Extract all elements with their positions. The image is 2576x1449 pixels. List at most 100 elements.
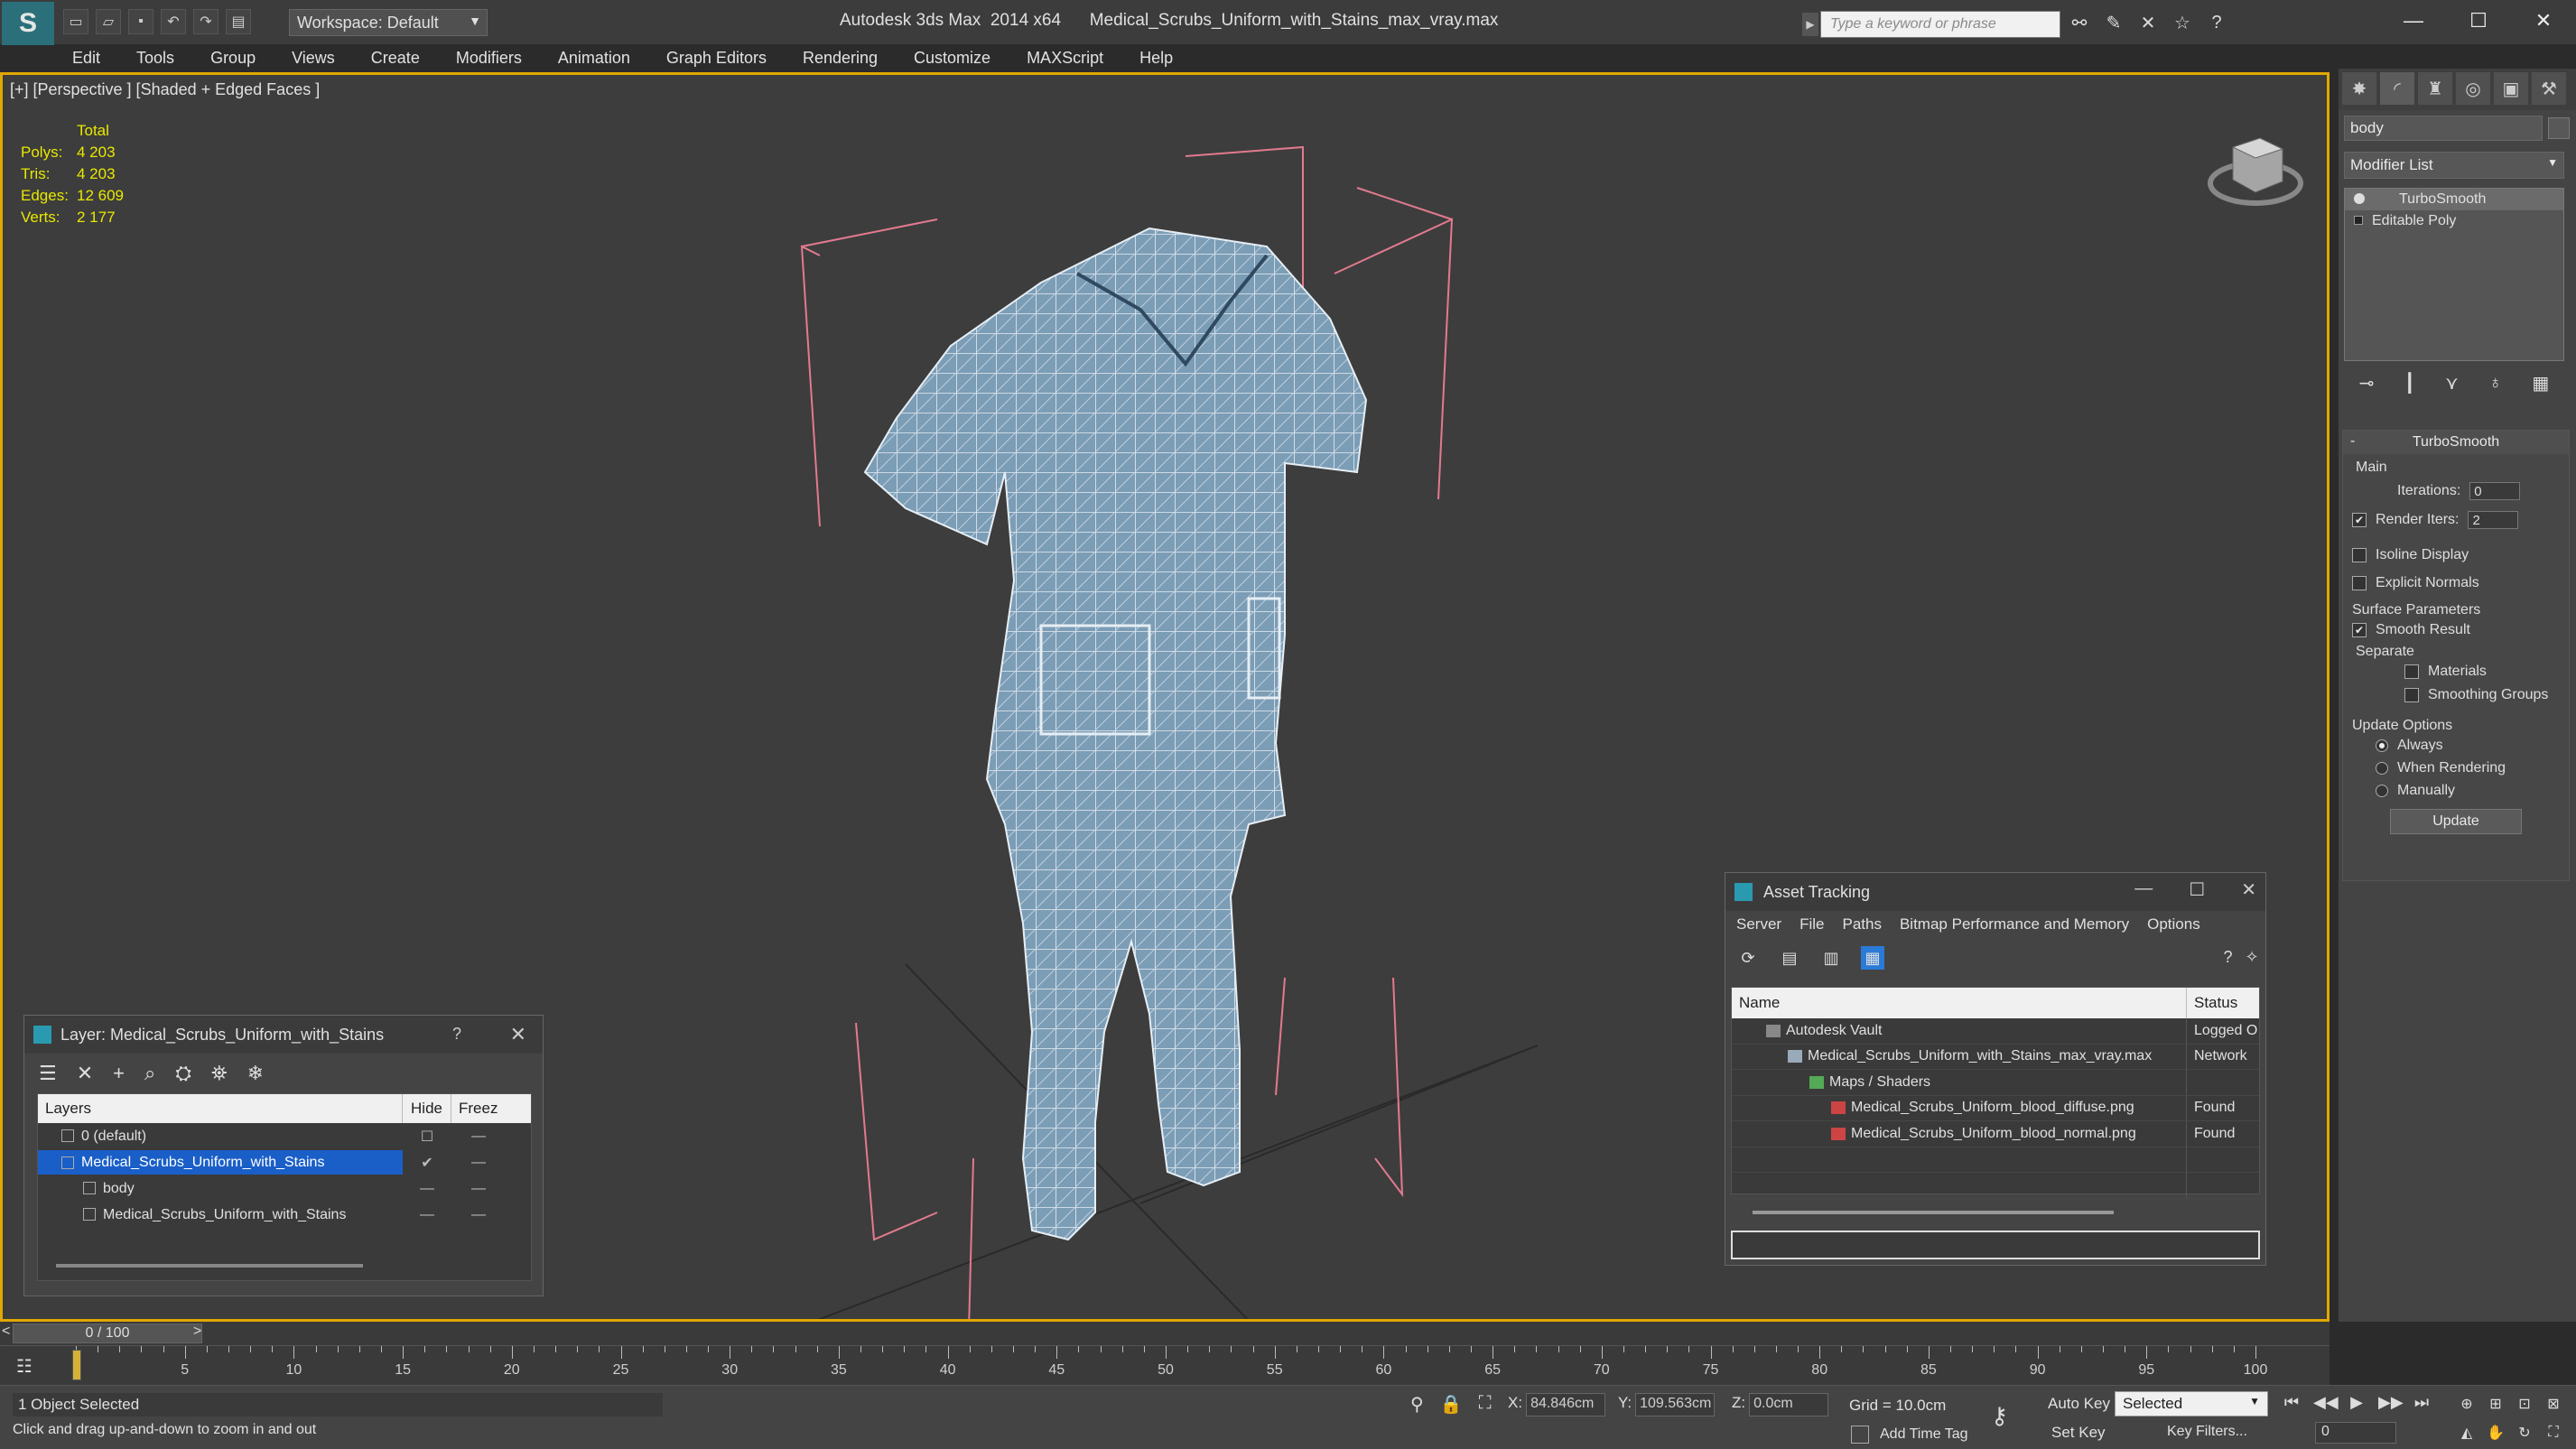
pan-icon[interactable]: ✋ bbox=[2485, 1422, 2506, 1444]
isoline-checkbox[interactable] bbox=[2352, 548, 2367, 562]
key-filters-button[interactable]: Key Filters... bbox=[2167, 1424, 2247, 1440]
set-key-button[interactable]: Set Key bbox=[2051, 1424, 2106, 1442]
lightbulb-icon[interactable] bbox=[2354, 193, 2365, 204]
hide-column-header[interactable]: Hide bbox=[403, 1094, 451, 1123]
hide-all-icon[interactable]: ⛯ bbox=[211, 1062, 228, 1085]
layers-column-header[interactable]: Layers bbox=[38, 1094, 403, 1123]
go-to-start-icon[interactable]: ⏮ bbox=[2281, 1393, 2302, 1412]
stack-item-turbosmooth[interactable]: TurboSmooth bbox=[2345, 189, 2563, 210]
menu-graph-editors[interactable]: Graph Editors bbox=[648, 45, 785, 72]
stack-item-editable-poly[interactable]: Editable Poly bbox=[2345, 210, 2563, 232]
menu-rendering[interactable]: Rendering bbox=[785, 45, 896, 72]
asset-menu-server[interactable]: Server bbox=[1736, 915, 1781, 933]
minimize-icon[interactable]: — bbox=[2134, 878, 2153, 901]
x-field[interactable]: 84.846cm bbox=[1526, 1393, 1606, 1416]
highlight-layer-icon[interactable]: ⛭ bbox=[175, 1062, 191, 1085]
asset-menu-file[interactable]: File bbox=[1799, 915, 1824, 933]
isolate-icon[interactable]: ⚲ bbox=[1410, 1393, 1424, 1416]
help-icon[interactable]: ? bbox=[2223, 945, 2232, 969]
asset-row[interactable]: Medical_Scrubs_Uniform_blood_normal.png … bbox=[1732, 1121, 2259, 1147]
layer-row[interactable]: body — — bbox=[38, 1175, 531, 1202]
search-input[interactable]: Type a keyword or phrase bbox=[1820, 11, 2060, 38]
materials-checkbox[interactable] bbox=[2404, 664, 2419, 679]
delete-layer-icon[interactable]: ✕ bbox=[77, 1062, 93, 1085]
zoom-extents-all-icon[interactable]: ⊠ bbox=[2543, 1393, 2564, 1415]
status-column-header[interactable]: Status bbox=[2187, 994, 2237, 1012]
hide-toggle[interactable]: — bbox=[451, 1155, 506, 1171]
next-frame-icon[interactable]: > bbox=[193, 1324, 201, 1340]
auto-key-button[interactable]: Auto Key bbox=[2048, 1395, 2110, 1413]
open-file-icon[interactable]: ▱ bbox=[96, 9, 121, 34]
playhead[interactable] bbox=[72, 1350, 81, 1380]
menu-edit[interactable]: Edit bbox=[54, 45, 118, 72]
freeze-toggle[interactable]: — bbox=[451, 1181, 506, 1197]
active-layer-checkbox[interactable]: ☐ bbox=[403, 1128, 451, 1146]
asset-menu-paths[interactable]: Paths bbox=[1842, 915, 1881, 933]
info-icon[interactable]: ✧ bbox=[2245, 945, 2258, 969]
freeze-all-icon[interactable]: ❄ bbox=[247, 1062, 264, 1085]
asset-menu-options[interactable]: Options bbox=[2147, 915, 2200, 933]
previous-frame-icon[interactable]: ◀◀ bbox=[2313, 1393, 2339, 1412]
modifier-list-dropdown[interactable]: Modifier List ▼ bbox=[2344, 152, 2564, 179]
maximize-icon[interactable]: ☐ bbox=[2189, 878, 2205, 901]
viewcube-icon[interactable] bbox=[2206, 120, 2305, 210]
minimize-icon[interactable]: — bbox=[2381, 0, 2446, 42]
menu-customize[interactable]: Customize bbox=[896, 45, 1009, 72]
menu-maxscript[interactable]: MAXScript bbox=[1009, 45, 1121, 72]
workspace-dropdown[interactable]: Workspace: Default ▼ bbox=[289, 9, 488, 36]
star-icon[interactable]: ☆ bbox=[2171, 11, 2194, 34]
new-layer-icon[interactable]: ☰ bbox=[39, 1062, 57, 1085]
asset-row[interactable]: Medical_Scrubs_Uniform_blood_diffuse.png… bbox=[1732, 1095, 2259, 1121]
iterations-spinner[interactable]: 0 bbox=[2469, 482, 2521, 500]
make-unique-icon[interactable]: ⋎ bbox=[2445, 372, 2459, 395]
motion-tab-icon[interactable]: ◎ bbox=[2456, 72, 2490, 105]
undo-icon[interactable]: ↶ bbox=[161, 9, 186, 34]
remove-modifier-icon[interactable]: ♁ bbox=[2488, 373, 2502, 394]
object-color-swatch[interactable] bbox=[2548, 117, 2570, 139]
hide-toggle[interactable]: — bbox=[403, 1181, 451, 1197]
close-icon[interactable]: ✕ bbox=[510, 1023, 526, 1046]
create-tab-icon[interactable]: ✸ bbox=[2342, 72, 2376, 105]
asset-row[interactable]: Medical_Scrubs_Uniform_with_Stains_max_v… bbox=[1732, 1044, 2259, 1070]
close-icon[interactable]: ✕ bbox=[2511, 0, 2576, 42]
hierarchy-tab-icon[interactable]: ♜ bbox=[2418, 72, 2452, 105]
explicit-normals-checkbox[interactable] bbox=[2352, 576, 2367, 590]
y-field[interactable]: 109.563cm bbox=[1635, 1393, 1716, 1416]
freeze-toggle[interactable]: — bbox=[451, 1207, 506, 1223]
layer-row[interactable]: Medical_Scrubs_Uniform_with_Stains — — bbox=[38, 1202, 531, 1228]
redo-icon[interactable]: ↷ bbox=[193, 9, 219, 34]
zoom-icon[interactable]: ⊕ bbox=[2456, 1393, 2478, 1415]
curve-editor-icon[interactable]: ☷ bbox=[16, 1355, 33, 1378]
expand-icon[interactable] bbox=[2354, 216, 2363, 225]
current-frame-field[interactable]: 0 bbox=[2315, 1422, 2396, 1444]
table-view-icon[interactable]: ▦ bbox=[1861, 946, 1884, 970]
help-icon[interactable]: ? bbox=[452, 1025, 461, 1044]
selection-set-dropdown[interactable]: Selected ▼ bbox=[2115, 1391, 2268, 1416]
hide-toggle[interactable]: — bbox=[451, 1129, 506, 1145]
when-rendering-radio[interactable] bbox=[2376, 761, 2388, 775]
name-column-header[interactable]: Name bbox=[1732, 988, 2187, 1018]
binoculars-icon[interactable]: ⚯ bbox=[2068, 11, 2091, 34]
show-end-result-icon[interactable]: ┃ bbox=[2404, 372, 2415, 395]
list-view-icon[interactable]: ▤ bbox=[1778, 946, 1801, 970]
help-icon[interactable]: ? bbox=[2205, 11, 2228, 34]
next-frame-icon[interactable]: ▶▶ bbox=[2378, 1393, 2404, 1412]
maximize-viewport-icon[interactable]: ⛶ bbox=[2543, 1422, 2564, 1444]
key-tools-icon[interactable]: ✎ bbox=[2102, 11, 2125, 34]
z-field[interactable]: 0.0cm bbox=[1749, 1393, 1829, 1416]
exchange-icon[interactable]: ✕ bbox=[2136, 11, 2160, 34]
play-icon[interactable]: ▶ bbox=[2346, 1393, 2367, 1412]
manually-radio[interactable] bbox=[2376, 784, 2388, 797]
layer-row[interactable]: 0 (default) ☐ — bbox=[38, 1123, 531, 1149]
time-slider[interactable]: 0 / 100 bbox=[13, 1324, 202, 1343]
pin-stack-icon[interactable]: ⊸ bbox=[2359, 372, 2375, 395]
refresh-icon[interactable]: ⟳ bbox=[1736, 946, 1760, 970]
asset-row[interactable]: Autodesk Vault Logged O bbox=[1732, 1018, 2259, 1045]
trackbar[interactable]: ☷ 5 10 15 20 25 30 35 40 45 50 55 60 65 70 75 80 85 90 95 1… bbox=[0, 1345, 2330, 1385]
zoom-all-icon[interactable]: ⊞ bbox=[2485, 1393, 2506, 1415]
horizontal-scrollbar[interactable] bbox=[56, 1264, 363, 1268]
hide-toggle[interactable]: — bbox=[403, 1207, 451, 1223]
app-logo[interactable]: S bbox=[2, 2, 54, 45]
asset-row[interactable]: Maps / Shaders bbox=[1732, 1070, 2259, 1096]
rollout-header[interactable]: - TurboSmooth bbox=[2343, 431, 2569, 454]
